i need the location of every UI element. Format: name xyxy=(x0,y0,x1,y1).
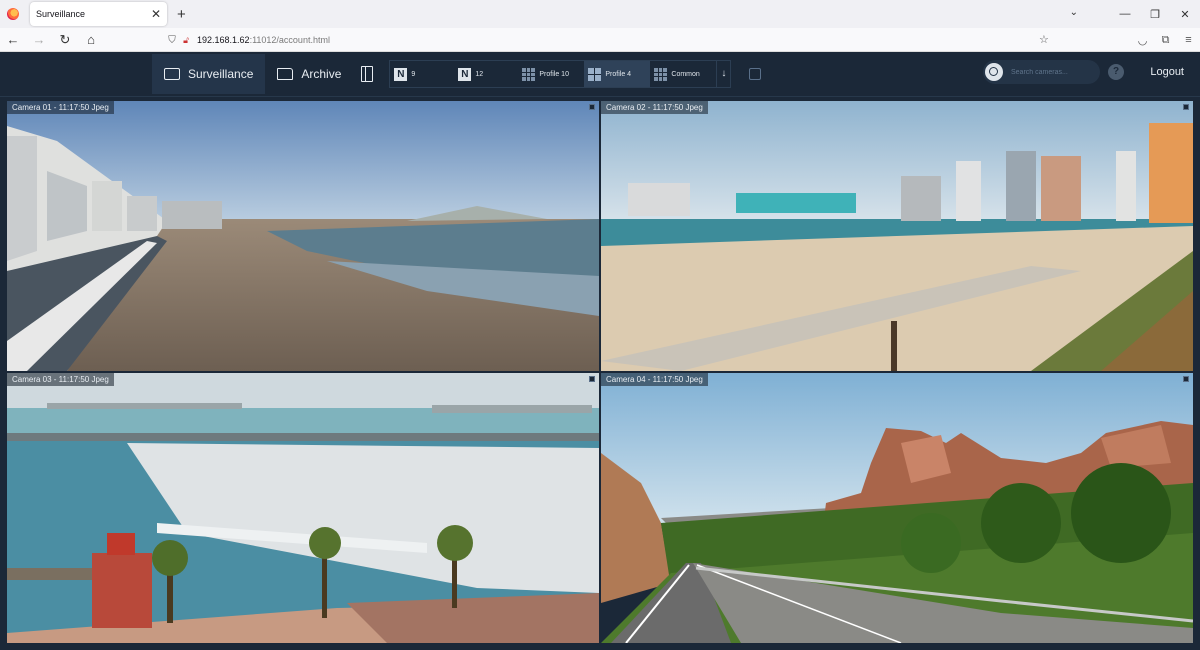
camera-feed-02 xyxy=(601,101,1193,371)
camera-tile-01[interactable]: Camera 01 - 11:17:50 Jpeg xyxy=(7,101,599,371)
app-header: Surveillance Archive N 9 N 12 Profile 10… xyxy=(0,52,1200,97)
mode-surveillance[interactable]: Surveillance xyxy=(152,54,266,94)
camera-tile-02[interactable]: Camera 02 - 11:17:50 Jpeg xyxy=(601,101,1193,371)
back-icon[interactable]: ← xyxy=(0,32,26,47)
bookmark-star-icon[interactable]: ☆ xyxy=(1039,33,1049,46)
lock-icon[interactable]: 🔓︎ xyxy=(179,35,193,46)
tab-list-chevron-icon[interactable]: ⌄ xyxy=(1070,7,1078,18)
camera-label: Camera 04 - 11:17:50 Jpeg xyxy=(601,373,708,386)
forward-icon[interactable]: → xyxy=(26,32,52,47)
new-tab-button[interactable]: + xyxy=(177,6,186,23)
profile-common[interactable]: Common xyxy=(650,61,716,87)
home-icon[interactable]: ⌂ xyxy=(78,32,104,47)
folder-icon xyxy=(277,68,294,80)
shield-icon[interactable]: ⛉ xyxy=(165,35,179,46)
grid-layout-icon xyxy=(654,67,668,81)
layout-book-icon[interactable] xyxy=(361,66,374,82)
url-host: 192.168.1.62 xyxy=(197,35,250,45)
fullscreen-icon[interactable] xyxy=(1183,104,1189,110)
camera-label: Camera 01 - 11:17:50 Jpeg xyxy=(7,101,114,114)
grid-layout-icon xyxy=(522,67,536,81)
profile-12[interactable]: N 12 xyxy=(454,61,518,87)
browser-tab-title: Surveillance xyxy=(36,9,86,19)
minimize-icon[interactable]: — xyxy=(1110,8,1140,20)
grid-layout-icon xyxy=(588,67,602,81)
pocket-icon[interactable]: ◡ xyxy=(1131,34,1154,47)
window-controls: — ❐ ✕ xyxy=(1110,0,1200,28)
firefox-logo-icon xyxy=(7,8,19,20)
browser-tab[interactable]: Surveillance ✕ xyxy=(30,2,167,26)
monitor-icon xyxy=(164,68,180,80)
fullscreen-icon[interactable] xyxy=(589,104,595,110)
profile-bar: N 9 N 12 Profile 10 Profile 4 Common ↓ xyxy=(389,60,732,88)
camera-grid: Camera 01 - 11:17:50 Jpeg Camera 02 - 11… xyxy=(7,101,1193,643)
url-bar[interactable]: ⛉ 🔓︎ 192.168.1.62:11012/account.html xyxy=(165,30,1060,50)
browser-tab-bar: Surveillance ✕ + ⌄ — ❐ ✕ xyxy=(0,0,1200,28)
profile-label: Profile 4 xyxy=(605,70,632,78)
profile-label: 9 xyxy=(411,70,416,78)
camera-tile-04[interactable]: Camera 04 - 11:17:50 Jpeg xyxy=(601,373,1193,643)
close-tab-icon[interactable]: ✕ xyxy=(151,7,161,21)
add-view-icon[interactable] xyxy=(749,68,762,80)
camera-feed-01 xyxy=(7,101,599,371)
help-icon[interactable]: ? xyxy=(1108,64,1124,80)
logout-button[interactable]: Logout xyxy=(1150,66,1184,78)
mode-archive[interactable]: Archive xyxy=(265,54,353,94)
camera-feed-03 xyxy=(7,373,599,643)
url-path: :11012/account.html xyxy=(249,35,330,45)
profile-label: Profile 10 xyxy=(539,70,569,78)
restore-icon[interactable]: ❐ xyxy=(1140,8,1170,21)
close-window-icon[interactable]: ✕ xyxy=(1170,8,1200,21)
n-profile-icon: N xyxy=(394,67,408,81)
camera-feed-04 xyxy=(601,373,1193,643)
extensions-icon[interactable]: ⧉ xyxy=(1154,34,1177,47)
search-icon[interactable] xyxy=(985,63,1003,81)
fullscreen-icon[interactable] xyxy=(1183,376,1189,382)
profile-4[interactable]: Profile 4 xyxy=(584,61,651,87)
n-profile-icon: N xyxy=(458,67,472,81)
profile-10[interactable]: Profile 10 xyxy=(518,61,584,87)
profile-9[interactable]: N 9 xyxy=(390,61,454,87)
fullscreen-icon[interactable] xyxy=(589,376,595,382)
reload-icon[interactable]: ↻ xyxy=(52,32,78,48)
mode-archive-label: Archive xyxy=(301,67,342,81)
camera-search[interactable] xyxy=(983,60,1100,84)
browser-nav-bar: ← → ↻ ⌂ ⛉ 🔓︎ 192.168.1.62:11012/account.… xyxy=(0,28,1200,52)
profile-label: Common xyxy=(671,70,700,78)
camera-tile-03[interactable]: Camera 03 - 11:17:50 Jpeg xyxy=(7,373,599,643)
camera-label: Camera 03 - 11:17:50 Jpeg xyxy=(7,373,114,386)
download-profile-icon[interactable]: ↓ xyxy=(716,61,730,87)
camera-label: Camera 02 - 11:17:50 Jpeg xyxy=(601,101,708,114)
browser-toolbar-right: ◡ ⧉ ≡ xyxy=(1131,28,1200,52)
menu-icon[interactable]: ≡ xyxy=(1177,34,1200,46)
search-input[interactable] xyxy=(1011,68,1091,76)
mode-surveillance-label: Surveillance xyxy=(188,67,254,81)
profile-label: 12 xyxy=(475,70,484,78)
